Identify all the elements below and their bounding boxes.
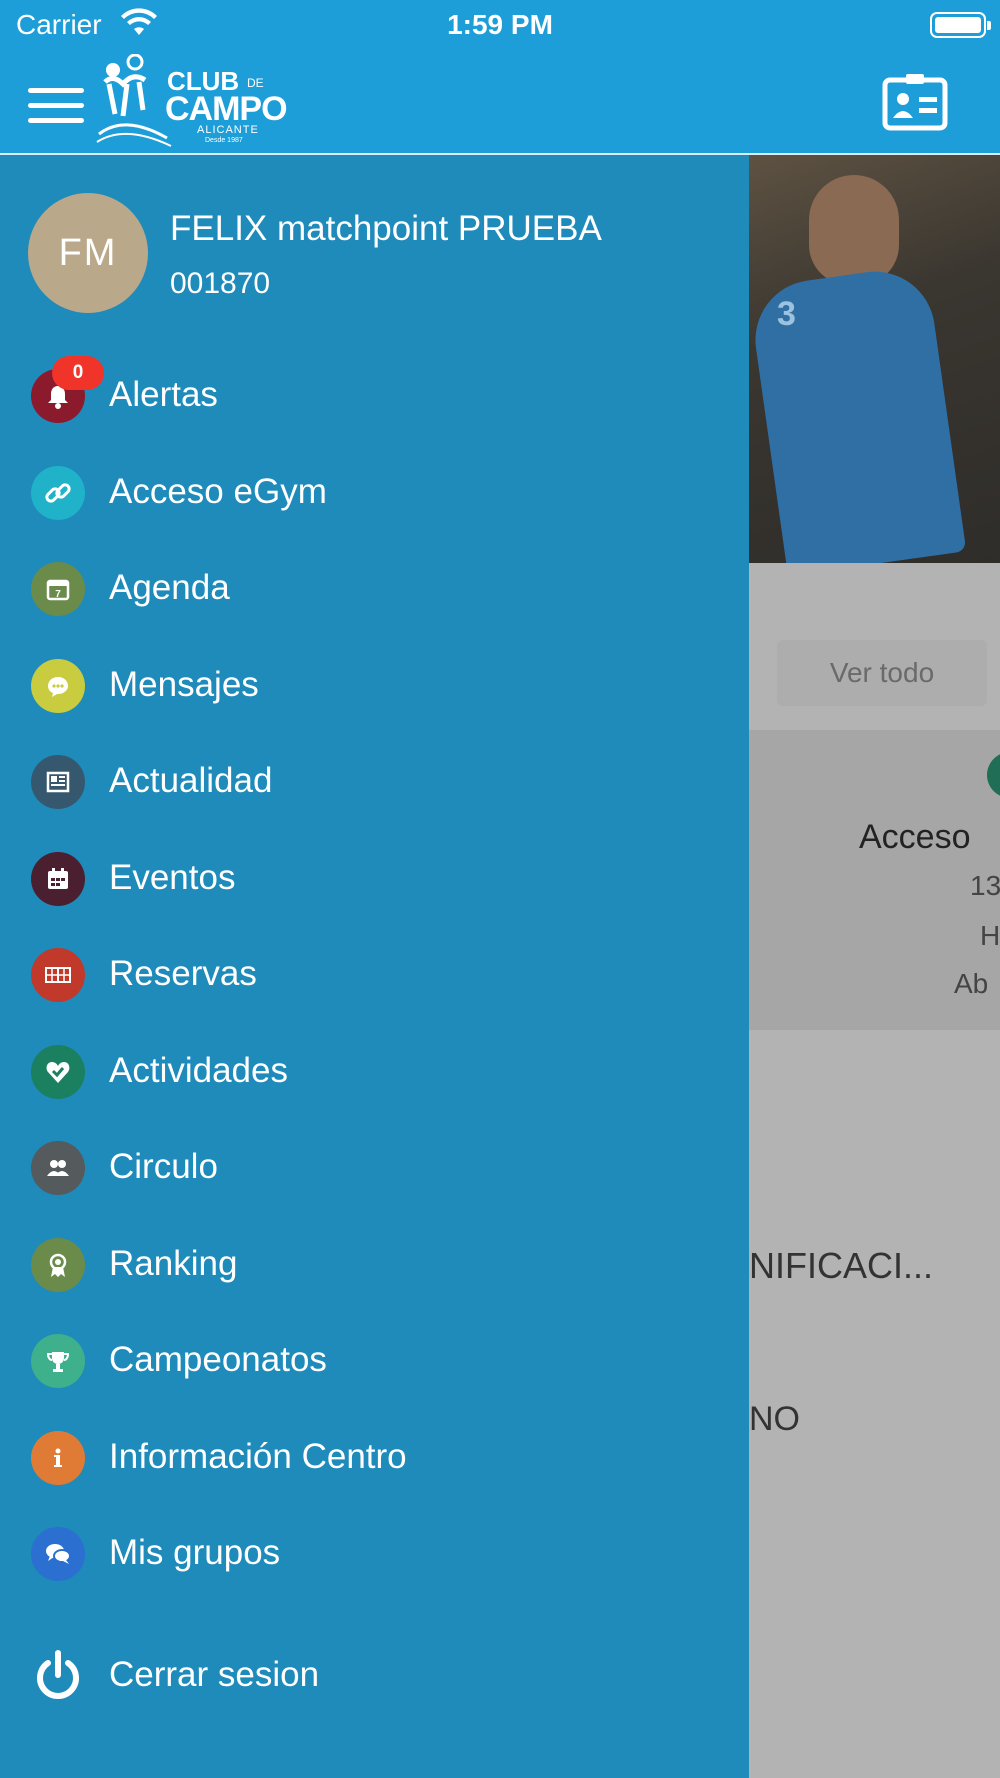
trophy-icon: [31, 1334, 85, 1388]
alerts-count-badge: 0: [52, 356, 104, 390]
background-content: 3 Ver todo Acceso 13 H Ab NIFICACI... NO: [749, 155, 1000, 1778]
link-icon: [31, 466, 85, 520]
people-icon: [31, 1141, 85, 1195]
menu-item-reservas[interactable]: Reservas: [0, 935, 749, 1015]
menu-item-label: Agenda: [109, 568, 230, 607]
menu-item-actualidad[interactable]: Actualidad: [0, 742, 749, 822]
player-head: [809, 175, 899, 285]
club-logo-mark: [96, 54, 172, 147]
menu-item-informacion-centro[interactable]: Información Centro: [0, 1418, 749, 1498]
menu-item-label: Mensajes: [109, 665, 259, 704]
id-card-icon: [882, 74, 948, 131]
menu-item-mensajes[interactable]: Mensajes: [0, 646, 749, 726]
logout-button[interactable]: Cerrar sesion: [0, 1636, 749, 1716]
side-drawer: FM FELIX matchpoint PRUEBA 001870 0 Aler…: [0, 157, 749, 1778]
status-dot: [987, 752, 1000, 798]
avatar[interactable]: FM: [28, 193, 148, 313]
menu-item-label: Actividades: [109, 1051, 288, 1090]
heart-check-icon: [31, 1045, 85, 1099]
logo-line-3: ALICANTE: [197, 124, 259, 136]
power-icon: [31, 1649, 85, 1703]
menu-item-mis-grupos[interactable]: Mis grupos: [0, 1514, 749, 1594]
menu-item-agenda[interactable]: 7 Agenda: [0, 549, 749, 629]
chat-icon: [31, 659, 85, 713]
court-icon: [31, 948, 85, 1002]
menu-item-label: Acceso eGym: [109, 472, 327, 511]
menu-item-label: Campeonatos: [109, 1340, 327, 1379]
card-line-3: Ab: [954, 968, 989, 999]
menu-item-label: Actualidad: [109, 761, 273, 800]
menu-item-eventos[interactable]: Eventos: [0, 839, 749, 919]
menu-item-label: Circulo: [109, 1147, 218, 1186]
club-logo: CLUB DE CAMPO ALICANTE Desde 1987: [95, 54, 295, 149]
info-icon: [31, 1431, 85, 1485]
partial-text-2: NO: [749, 1400, 800, 1438]
logout-label: Cerrar sesion: [109, 1655, 320, 1694]
member-card-button[interactable]: [882, 72, 948, 132]
group-chat-icon: [31, 1527, 85, 1581]
see-all-button[interactable]: Ver todo: [777, 640, 987, 706]
newspaper-icon: [31, 755, 85, 809]
status-time: 1:59 PM: [447, 9, 553, 40]
menu-item-alertas[interactable]: 0 Alertas: [0, 356, 749, 436]
menu-item-label: Reservas: [109, 954, 257, 993]
partial-text-1: NIFICACI...: [749, 1245, 934, 1286]
card-title: Acceso: [859, 818, 971, 856]
user-name: FELIX matchpoint PRUEBA: [170, 209, 602, 248]
jersey-number: 3: [777, 295, 796, 333]
calendar-icon: 7: [31, 562, 85, 616]
battery-icon: [930, 12, 991, 38]
logo-line-1-suffix: DE: [247, 76, 264, 90]
menu-item-acceso-egym[interactable]: Acceso eGym: [0, 453, 749, 533]
menu-item-label: Eventos: [109, 858, 236, 897]
event-calendar-icon: [31, 852, 85, 906]
menu-item-actividades[interactable]: Actividades: [0, 1032, 749, 1112]
menu-item-campeonatos[interactable]: Campeonatos: [0, 1321, 749, 1401]
logo-line-4: Desde 1987: [205, 137, 243, 144]
info-card[interactable]: Acceso 13 H Ab: [749, 730, 1000, 1030]
user-id: 001870: [170, 267, 271, 300]
menu-item-ranking[interactable]: Ranking: [0, 1225, 749, 1305]
status-bar: Carrier 1:59 PM: [0, 0, 1000, 50]
menu-item-circulo[interactable]: Circulo: [0, 1128, 749, 1208]
svg-text:7: 7: [55, 589, 61, 600]
menu-item-label: Alertas: [109, 375, 218, 414]
menu-item-label: Información Centro: [109, 1437, 407, 1476]
menu-item-label: Mis grupos: [109, 1533, 281, 1572]
hamburger-menu-button[interactable]: [28, 88, 84, 128]
card-line-1: 13: [970, 870, 1000, 901]
card-line-2: H: [980, 920, 1000, 951]
medal-icon: [31, 1238, 85, 1292]
top-bar: Carrier 1:59 PM CLUB DE CAMPO ALICANTE D…: [0, 0, 1000, 155]
hero-image: 3: [749, 155, 1000, 563]
menu-item-label: Ranking: [109, 1244, 238, 1283]
